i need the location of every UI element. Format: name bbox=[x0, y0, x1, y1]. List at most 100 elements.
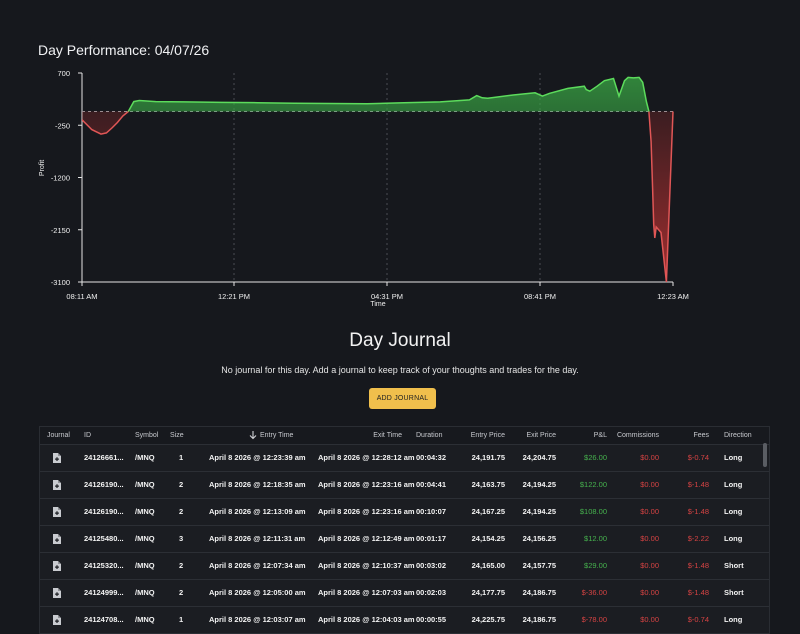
cell-id: 24124708... bbox=[84, 615, 124, 624]
header-journal[interactable]: Journal bbox=[47, 427, 70, 444]
add-note-icon[interactable] bbox=[53, 561, 61, 571]
cell-symbol: /MNQ bbox=[135, 453, 155, 462]
add-note-icon[interactable] bbox=[53, 588, 61, 598]
header-fees[interactable]: Fees bbox=[680, 427, 709, 444]
cell-direction: Long bbox=[724, 534, 743, 543]
profit-chart: 08:11 AM 12:21 PM 04:31 PM 08:41 PM 12:23 AM… bbox=[39, 69, 689, 308]
cell-pnl: $29.00 bbox=[584, 561, 607, 570]
header-commissions[interactable]: Commissions bbox=[610, 427, 659, 444]
table-row[interactable]: 24126190... /MNQ 2 April 8 2026 @ 12:13:09 … bbox=[40, 499, 769, 526]
cell-commissions: $0.00 bbox=[640, 534, 659, 543]
cell-exit-price: 24,204.75 bbox=[522, 453, 556, 462]
cell-entry-price: 24,177.75 bbox=[471, 588, 505, 597]
table-row[interactable]: 24125320... /MNQ 2 April 8 2026 @ 12:07:34 … bbox=[40, 553, 769, 580]
x-tick-label: 04:31 PM bbox=[371, 292, 403, 301]
cell-exit-price: 24,156.25 bbox=[522, 534, 556, 543]
header-symbol[interactable]: Symbol bbox=[135, 427, 158, 444]
add-note-icon[interactable] bbox=[53, 480, 61, 490]
cell-exit-price: 24,186.75 bbox=[522, 615, 556, 624]
x-tick-label: 12:21 PM bbox=[218, 292, 250, 301]
add-note-icon[interactable] bbox=[53, 534, 61, 544]
cell-commissions: $0.00 bbox=[640, 480, 659, 489]
cell-entry-time: April 8 2026 @ 12:13:09 am bbox=[209, 507, 306, 516]
y-tick-label: 700 bbox=[57, 69, 70, 78]
header-size[interactable]: Size bbox=[170, 427, 184, 444]
cell-exit-time: April 8 2026 @ 12:28:12 am bbox=[318, 453, 415, 462]
cell-exit-time: April 8 2026 @ 12:12:49 am bbox=[318, 534, 415, 543]
cell-fees: $-0.74 bbox=[687, 615, 709, 624]
cell-pnl: $108.00 bbox=[579, 507, 607, 516]
cell-id: 24124999... bbox=[84, 588, 124, 597]
header-direction[interactable]: Direction bbox=[724, 427, 752, 444]
cell-symbol: /MNQ bbox=[135, 615, 155, 624]
cell-pnl: $-78.00 bbox=[581, 615, 607, 624]
y-tick-label: -1200 bbox=[51, 174, 70, 183]
cell-id: 24125320... bbox=[84, 561, 124, 570]
cell-symbol: /MNQ bbox=[135, 480, 155, 489]
header-pnl[interactable]: P&L bbox=[580, 427, 607, 444]
cell-size: 3 bbox=[179, 534, 184, 543]
add-journal-button[interactable]: ADD JOURNAL bbox=[369, 388, 436, 409]
cell-direction: Short bbox=[724, 588, 744, 597]
page-title: Day Performance: 04/07/26 bbox=[38, 42, 210, 58]
cell-duration: 00:02:03 bbox=[416, 588, 447, 597]
table-row[interactable]: 24124999... /MNQ 2 April 8 2026 @ 12:05:00 … bbox=[40, 580, 769, 607]
cell-fees: $-0.74 bbox=[687, 453, 709, 462]
table-row[interactable]: 24126190... /MNQ 2 April 8 2026 @ 12:18:35 … bbox=[40, 472, 769, 499]
cell-commissions: $0.00 bbox=[640, 561, 659, 570]
cell-pnl: $26.00 bbox=[584, 453, 607, 462]
cell-size: 2 bbox=[179, 507, 184, 516]
cell-symbol: /MNQ bbox=[135, 588, 155, 597]
table-row[interactable]: 24124708... /MNQ 1 April 8 2026 @ 12:03:07 … bbox=[40, 607, 769, 634]
cell-duration: 00:01:17 bbox=[416, 534, 447, 543]
cell-exit-price: 24,186.75 bbox=[522, 588, 556, 597]
table-row[interactable]: 24126661... /MNQ 1 April 8 2026 @ 12:23:39 … bbox=[40, 445, 769, 472]
header-id[interactable]: ID bbox=[84, 427, 91, 444]
add-note-icon[interactable] bbox=[53, 507, 61, 517]
cell-entry-time: April 8 2026 @ 12:03:07 am bbox=[209, 615, 306, 624]
table-row[interactable]: 24125480... /MNQ 3 April 8 2026 @ 12:11:31 … bbox=[40, 526, 769, 553]
cell-duration: 00:04:32 bbox=[416, 453, 447, 462]
cell-symbol: /MNQ bbox=[135, 507, 155, 516]
cell-direction: Long bbox=[724, 453, 743, 462]
cell-direction: Long bbox=[724, 507, 743, 516]
cell-commissions: $0.00 bbox=[640, 453, 659, 462]
header-exit-time[interactable]: Exit Time bbox=[340, 427, 402, 444]
cell-size: 2 bbox=[179, 480, 184, 489]
cell-entry-price: 24,165.00 bbox=[471, 561, 505, 570]
y-tick-label: -3100 bbox=[51, 278, 70, 287]
cell-entry-time: April 8 2026 @ 12:11:31 am bbox=[209, 534, 306, 543]
table-scrollbar[interactable] bbox=[763, 443, 767, 467]
cell-pnl: $-36.00 bbox=[581, 588, 607, 597]
cell-fees: $-1.48 bbox=[687, 561, 709, 570]
profit-area-positive bbox=[82, 77, 673, 112]
header-entry-time[interactable]: Entry Time bbox=[260, 427, 293, 444]
cell-duration: 00:03:02 bbox=[416, 561, 447, 570]
cell-exit-price: 24,157.75 bbox=[522, 561, 556, 570]
cell-pnl: $122.00 bbox=[579, 480, 607, 489]
header-duration[interactable]: Duration bbox=[416, 427, 442, 444]
cell-symbol: /MNQ bbox=[135, 561, 155, 570]
header-entry-price[interactable]: Entry Price bbox=[450, 427, 505, 444]
cell-fees: $-1.48 bbox=[687, 588, 709, 597]
cell-duration: 00:00:55 bbox=[416, 615, 447, 624]
cell-fees: $-1.48 bbox=[687, 480, 709, 489]
cell-entry-price: 24,225.75 bbox=[471, 615, 505, 624]
cell-size: 1 bbox=[179, 615, 184, 624]
add-note-icon[interactable] bbox=[53, 453, 61, 463]
sort-arrow-down-icon[interactable] bbox=[249, 427, 257, 444]
cell-exit-time: April 8 2026 @ 12:10:37 am bbox=[318, 561, 415, 570]
x-tick-label: 08:11 AM bbox=[66, 292, 97, 301]
cell-exit-time: April 8 2026 @ 12:23:16 am bbox=[318, 480, 415, 489]
cell-id: 24126190... bbox=[84, 480, 124, 489]
y-tick-label: -2150 bbox=[51, 226, 70, 235]
cell-commissions: $0.00 bbox=[640, 588, 659, 597]
cell-commissions: $0.00 bbox=[640, 507, 659, 516]
x-tick-label: 12:23 AM bbox=[657, 292, 689, 301]
x-axis-label: Time bbox=[370, 301, 385, 308]
cell-direction: Long bbox=[724, 615, 743, 624]
header-exit-price[interactable]: Exit Price bbox=[510, 427, 556, 444]
cell-fees: $-1.48 bbox=[687, 507, 709, 516]
cell-exit-time: April 8 2026 @ 12:07:03 am bbox=[318, 588, 415, 597]
cell-size: 2 bbox=[179, 588, 184, 597]
